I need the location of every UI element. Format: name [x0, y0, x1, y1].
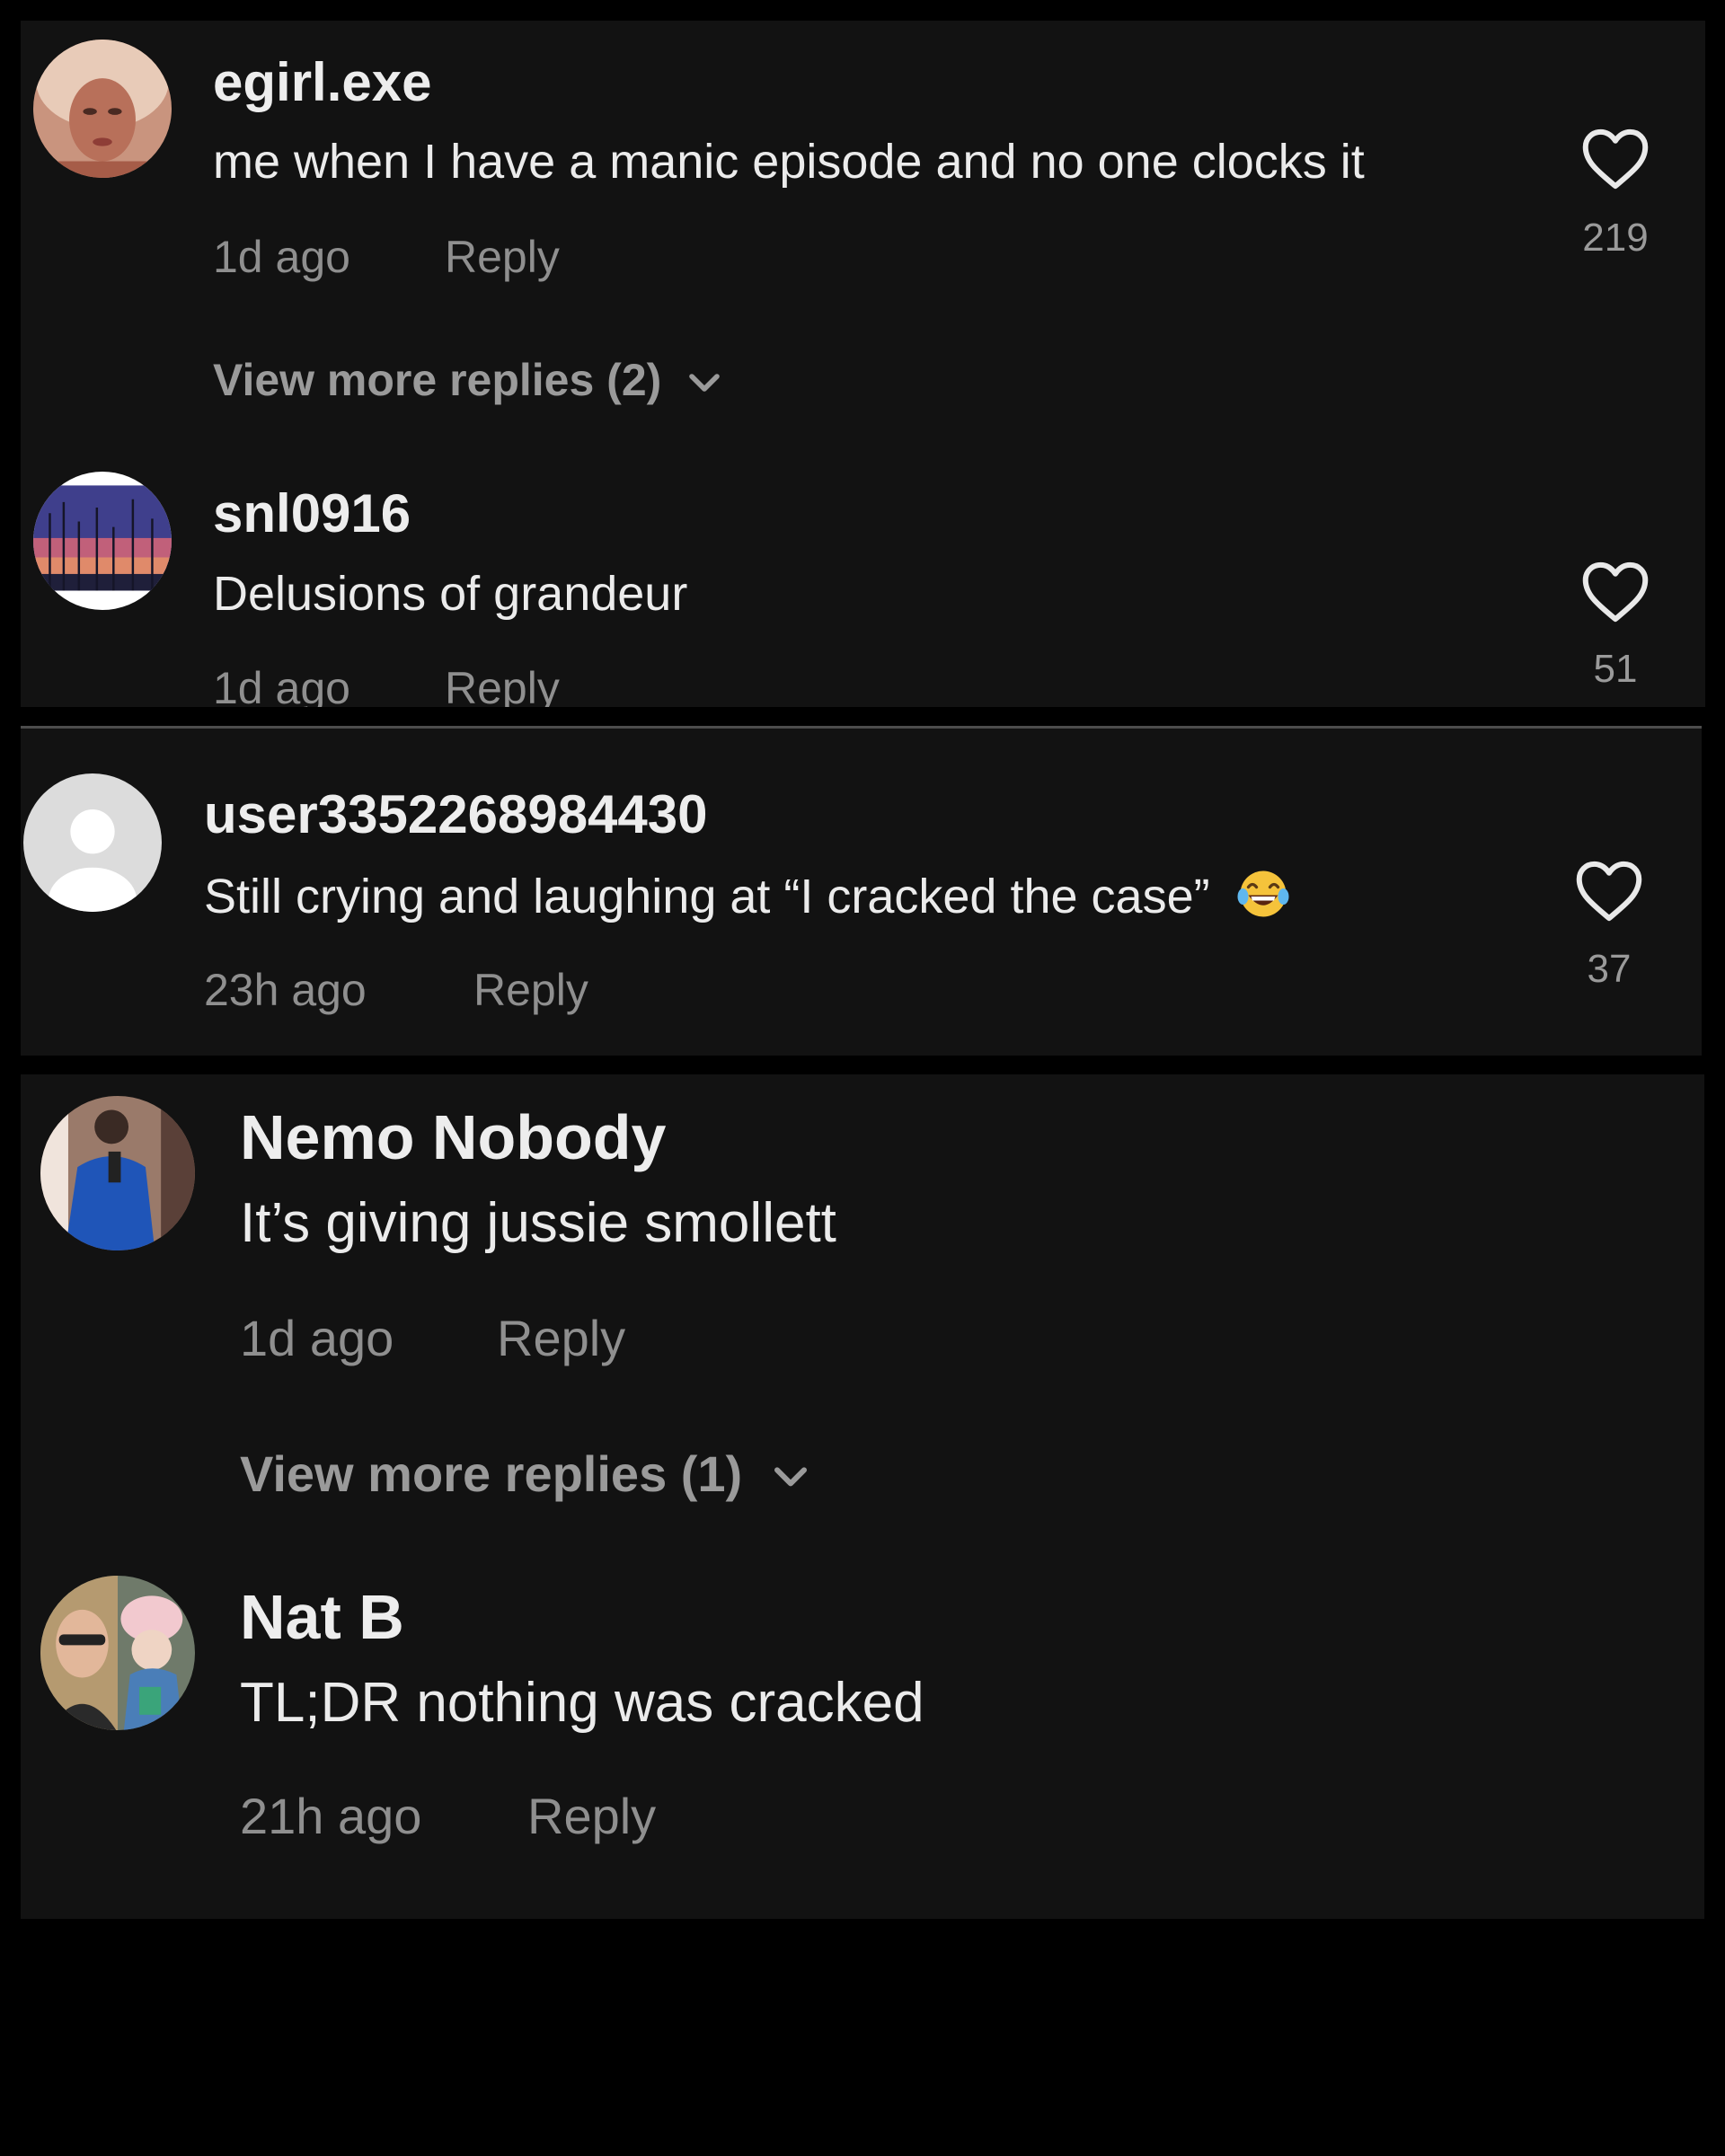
reply-button[interactable]: Reply: [445, 662, 560, 707]
chevron-down-icon: [689, 373, 721, 392]
comment-text: TL;DR nothing was cracked: [240, 1672, 924, 1734]
comment-text: me when I have a manic episode and no on…: [213, 135, 1365, 189]
comment-text-row: Still crying and laughing at “I cracked …: [204, 867, 1290, 932]
chevron-down-icon: [774, 1467, 807, 1487]
comment-username[interactable]: user3352268984430: [204, 783, 708, 845]
comment-text: Delusions of grandeur: [213, 567, 688, 621]
comment-username[interactable]: Nemo Nobody: [240, 1101, 666, 1173]
like-count: 51: [1593, 647, 1638, 691]
heart-outline-icon: [1576, 861, 1642, 922]
comment-username[interactable]: egirl.exe: [213, 51, 432, 113]
reply-button[interactable]: Reply: [497, 1309, 625, 1367]
profile-photo-icon: [40, 1096, 195, 1250]
like-button[interactable]: [1581, 128, 1650, 190]
like-count: 219: [1582, 216, 1649, 260]
comment-username[interactable]: snl0916: [213, 482, 411, 544]
reply-button[interactable]: Reply: [527, 1787, 656, 1845]
tears-of-joy-emoji-icon: [1236, 867, 1290, 932]
like-count: 37: [1587, 947, 1632, 991]
comment-username[interactable]: Nat B: [240, 1581, 404, 1653]
comment-timestamp: 1d ago: [240, 1310, 394, 1366]
avatar-egirl-exe[interactable]: [33, 40, 172, 178]
view-more-replies-button[interactable]: View more replies (2): [213, 354, 722, 406]
heart-outline-icon: [1582, 561, 1649, 623]
comments-panel-1: egirl.exe me when I have a manic episode…: [21, 21, 1705, 707]
comment-text: It’s giving jussie smollett: [240, 1192, 836, 1254]
profile-photo-icon: [40, 1576, 195, 1730]
view-more-replies-label: View more replies (1): [240, 1445, 743, 1502]
reply-button[interactable]: Reply: [473, 964, 588, 1016]
profile-photo-icon: [33, 40, 172, 178]
view-more-replies-button[interactable]: View more replies (1): [240, 1445, 810, 1503]
like-button[interactable]: [1581, 561, 1650, 623]
default-avatar-icon: [23, 773, 162, 912]
comment-timestamp: 21h ago: [240, 1788, 422, 1844]
profile-photo-icon: [33, 472, 172, 610]
comments-panel-2: user3352268984430 Still crying and laugh…: [21, 726, 1702, 1056]
avatar-nat-b[interactable]: [40, 1576, 195, 1730]
avatar-nemo-nobody[interactable]: [40, 1096, 195, 1250]
like-button[interactable]: [1575, 860, 1643, 923]
comment-timestamp: 1d ago: [213, 232, 350, 282]
comments-panel-3: Nemo Nobody It’s giving jussie smollett …: [21, 1074, 1704, 1919]
avatar-user3352268984430[interactable]: [23, 773, 162, 912]
view-more-replies-label: View more replies (2): [213, 355, 662, 405]
avatar-snl0916[interactable]: [33, 472, 172, 610]
reply-button[interactable]: Reply: [445, 231, 560, 283]
comment-timestamp: 1d ago: [213, 663, 350, 707]
heart-outline-icon: [1582, 128, 1649, 190]
comment-timestamp: 23h ago: [204, 965, 367, 1015]
comment-text: Still crying and laughing at “I cracked …: [204, 869, 1210, 923]
